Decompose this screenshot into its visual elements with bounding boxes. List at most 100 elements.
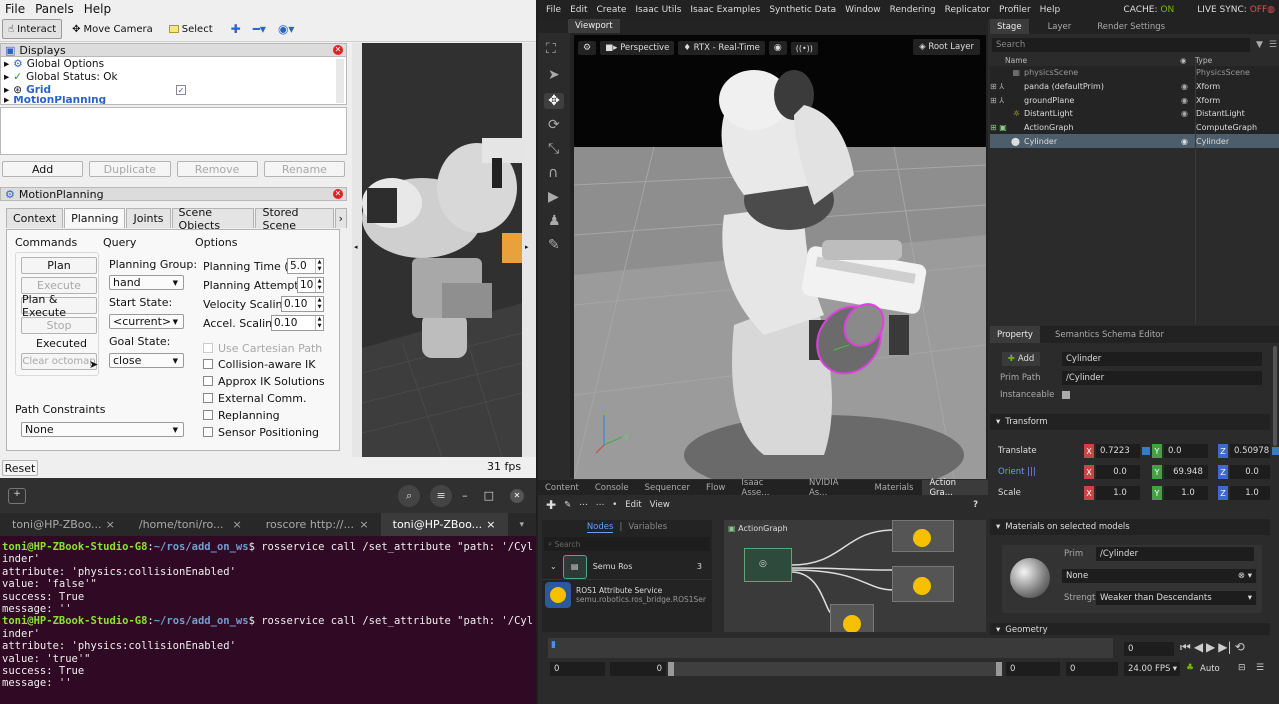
start-time-field[interactable]: 0 — [550, 662, 605, 676]
prim-path-field[interactable]: /Cylinder — [1062, 371, 1262, 385]
collision-aware-ik-checkbox[interactable]: Collision-aware IK — [203, 356, 333, 372]
tab-stage[interactable]: Stage — [990, 19, 1029, 34]
menu-edit[interactable]: Edit — [570, 5, 587, 15]
splitter-handle-right[interactable]: ▸ — [522, 43, 536, 457]
edit-graph-icon[interactable]: ✎ — [564, 500, 571, 510]
velocity-scaling-spinbox[interactable]: 0.10 ▲ ▼ — [281, 296, 324, 312]
menu-synthetic-data[interactable]: Synthetic Data — [769, 5, 836, 15]
material-prim-field[interactable]: /Cylinder — [1096, 547, 1254, 561]
close-icon[interactable]: × — [359, 518, 368, 531]
menu-isaac-examples[interactable]: Isaac Examples — [690, 5, 760, 15]
remove-button[interactable]: Remove — [176, 161, 258, 177]
tree-item-global-options[interactable]: ▸ ⚙ Global Options — [1, 57, 346, 70]
close-icon[interactable]: × — [486, 518, 495, 531]
graph-node-tick[interactable]: ◎ — [744, 548, 792, 582]
start-state-select[interactable]: <current> ▼ — [109, 314, 184, 329]
terminal-output[interactable]: toni@HP-ZBook-Studio-G8:~/ros/add_on_ws$… — [2, 541, 534, 690]
first-frame-icon[interactable]: ⏮ — [1180, 640, 1191, 655]
stage-search-input[interactable]: Search — [992, 38, 1250, 52]
remove-tool-icon[interactable]: ━▾ — [253, 22, 266, 36]
tree-item-global-status[interactable]: ▸ ✓ Global Status: Ok — [1, 70, 346, 83]
scale-icon[interactable]: ⤡ — [548, 141, 560, 157]
tab-isaac-assets[interactable]: Isaac Asse... — [734, 478, 800, 498]
perspective-button[interactable]: ■▸ Perspective — [600, 41, 675, 55]
help-icon[interactable]: ? — [973, 500, 978, 510]
menu-window[interactable]: Window — [845, 5, 881, 15]
terminal-tab-1[interactable]: toni@HP-ZBoo... × — [0, 518, 127, 531]
timeline-track[interactable]: ▮ — [548, 638, 1113, 658]
menu-panels[interactable]: Panels — [35, 2, 74, 16]
fullscreen-icon[interactable]: ⛶ — [546, 41, 562, 57]
scale-y-field[interactable]: 1.0 — [1164, 486, 1208, 500]
tab-flow[interactable]: Flow — [699, 480, 732, 495]
prim-name-field[interactable]: Cylinder — [1062, 352, 1262, 366]
cartesian-path-checkbox[interactable]: Use Cartesian Path — [203, 340, 333, 356]
translate-y-field[interactable]: 0.0 — [1164, 444, 1208, 458]
close-icon[interactable]: ✕ — [333, 45, 343, 55]
move-icon[interactable]: ✥ — [544, 93, 564, 109]
graph-node-service-3[interactable] — [830, 604, 874, 632]
planning-time-spinbox[interactable]: 5.0 ▲ ▼ — [287, 258, 324, 274]
robot-tool-icon[interactable]: ♟ — [548, 213, 561, 229]
tab-console[interactable]: Console — [588, 480, 636, 495]
duplicate-button[interactable]: Duplicate — [89, 161, 171, 177]
eye-icon[interactable]: ◉ — [768, 41, 787, 55]
settings-gear-icon[interactable]: ⚙ — [578, 41, 597, 55]
instanceable-checkbox[interactable] — [1062, 391, 1070, 399]
goal-state-select[interactable]: close ▼ — [109, 353, 184, 368]
maximize-icon[interactable]: □ — [484, 489, 494, 502]
tab-context[interactable]: Context — [6, 208, 64, 228]
close-icon[interactable]: × — [233, 518, 242, 531]
view-menu[interactable]: View — [650, 500, 670, 510]
add-tool-icon[interactable]: ✚ — [231, 22, 241, 36]
stop-button[interactable]: Stop — [21, 317, 97, 334]
execute-button[interactable]: Execute — [21, 277, 97, 294]
filter-icon[interactable]: ▼ — [1256, 40, 1263, 50]
tab-viewport[interactable]: Viewport — [568, 19, 620, 33]
reset-button[interactable]: Reset — [2, 460, 38, 476]
rviz-3d-view[interactable] — [362, 43, 522, 457]
menu-replicator[interactable]: Replicator — [945, 5, 990, 15]
minimize-icon[interactable]: – — [462, 489, 468, 502]
menu-isaac-utils[interactable]: Isaac Utils — [635, 5, 681, 15]
orient-y-field[interactable]: 69.948 — [1164, 465, 1208, 479]
interact-tool[interactable]: ☝ Interact — [2, 19, 63, 39]
plan-button[interactable]: Plan — [21, 257, 97, 274]
menu-help[interactable]: Help — [84, 2, 111, 16]
grid-checkbox[interactable]: ✓ — [176, 84, 186, 95]
add-button[interactable]: ✚ Add — [1002, 352, 1040, 366]
terminal-tab-4[interactable]: toni@HP-ZBoo... × — [380, 513, 508, 536]
fps-select[interactable]: 24.00 FPS ▾ — [1124, 662, 1180, 676]
paint-icon[interactable]: ✎ — [548, 237, 560, 253]
stage-row-actiongraph[interactable]: ⊞ ▣ ActionGraph ComputeGraph — [990, 121, 1279, 135]
current-frame-field[interactable]: 0 — [1124, 642, 1174, 656]
tree-item-grid[interactable]: ▸ ⊛ Grid ✓ — [1, 83, 346, 96]
start-frame-field[interactable]: 0 — [610, 662, 666, 676]
view-tool-icon[interactable]: ◉▾ — [278, 22, 295, 36]
close-icon[interactable]: ✕ — [510, 488, 524, 503]
node-item-ros1-attribute-service[interactable]: ROS1 Attribute Service semu.robotics.ros_… — [542, 580, 712, 610]
splitter-handle[interactable]: ◂ — [352, 43, 362, 457]
planning-attempts-spinbox[interactable]: 10 ▲ ▼ — [297, 277, 324, 293]
menu-file[interactable]: File — [5, 2, 25, 16]
translate-x-field[interactable]: 0.7223 — [1096, 444, 1140, 458]
rotate-icon[interactable]: ⟳ — [548, 117, 560, 133]
menu-profiler[interactable]: Profiler — [999, 5, 1031, 15]
translate-z-field[interactable]: 0.50978 — [1230, 444, 1270, 458]
orient-z-field[interactable]: 0.0 — [1230, 465, 1270, 479]
tab-materials[interactable]: Materials — [867, 480, 920, 495]
tab-nvidia-assets[interactable]: NVIDIA As... — [802, 478, 866, 498]
graph-node-service-2[interactable] — [892, 566, 954, 602]
options-icon[interactable]: ☰ — [1269, 40, 1277, 50]
scrollbar[interactable] — [336, 59, 344, 103]
add-button[interactable]: Add — [2, 161, 84, 177]
tab-joints[interactable]: Joints — [126, 208, 171, 228]
loop-icon[interactable]: ⟲ — [1235, 640, 1245, 655]
end-frame-field[interactable]: 0 — [1006, 662, 1060, 676]
tabs-dropdown-icon[interactable]: ▾ — [508, 520, 537, 530]
scale-x-field[interactable]: 1.0 — [1096, 486, 1140, 500]
tab-variables[interactable]: Variables — [628, 522, 667, 532]
close-icon[interactable]: ✕ — [333, 189, 343, 199]
tab-render-settings[interactable]: Render Settings — [1090, 19, 1172, 34]
range-slider[interactable] — [668, 662, 1002, 676]
